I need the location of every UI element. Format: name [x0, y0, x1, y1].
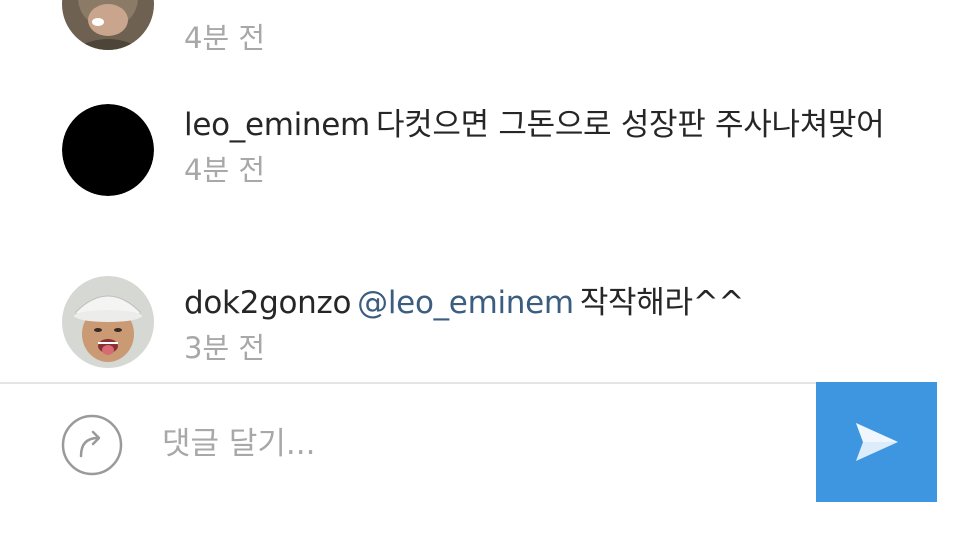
comment-message: 다컷으면 그돈으로 성장판 주사나쳐맞어 — [375, 107, 885, 143]
comment-username[interactable]: dok2gonzo — [184, 285, 351, 321]
comment-composer — [0, 382, 960, 548]
comments-screen: 4분 전 leo_eminem 다컷으면 그돈으로 성장판 주사나쳐맞어 4분 전 — [0, 0, 960, 548]
user-photo-avatar-icon — [62, 276, 154, 368]
reply-arrow-icon[interactable] — [60, 413, 124, 477]
user-photo-avatar-icon — [62, 0, 154, 50]
send-arrow-icon — [856, 423, 898, 461]
comment-timestamp: 4분 전 — [184, 21, 266, 55]
comment-timestamp: 4분 전 — [184, 153, 266, 187]
comment-body: 4분 전 — [184, 14, 900, 58]
comment-message: 작작해라^^ — [579, 285, 745, 321]
comment-body: leo_eminem 다컷으면 그돈으로 성장판 주사나쳐맞어 4분 전 — [184, 104, 900, 190]
comment-text: leo_eminem 다컷으면 그돈으로 성장판 주사나쳐맞어 — [184, 104, 900, 146]
comment-input[interactable] — [162, 420, 782, 468]
comment-username[interactable]: leo_eminem — [184, 107, 370, 143]
comment-timestamp: 3분 전 — [184, 331, 266, 365]
avatar[interactable] — [62, 276, 154, 368]
comment-mention[interactable]: @leo_eminem — [357, 285, 574, 321]
avatar[interactable] — [62, 0, 154, 50]
comment-body: dok2gonzo @leo_eminem 작작해라^^ 3분 전 — [184, 282, 900, 368]
comment-list: 4분 전 leo_eminem 다컷으면 그돈으로 성장판 주사나쳐맞어 4분 전 — [0, 0, 960, 382]
black-circle-avatar-icon — [62, 104, 154, 196]
comment-text: dok2gonzo @leo_eminem 작작해라^^ — [184, 282, 900, 324]
avatar[interactable] — [62, 104, 154, 196]
send-button[interactable] — [816, 382, 937, 502]
